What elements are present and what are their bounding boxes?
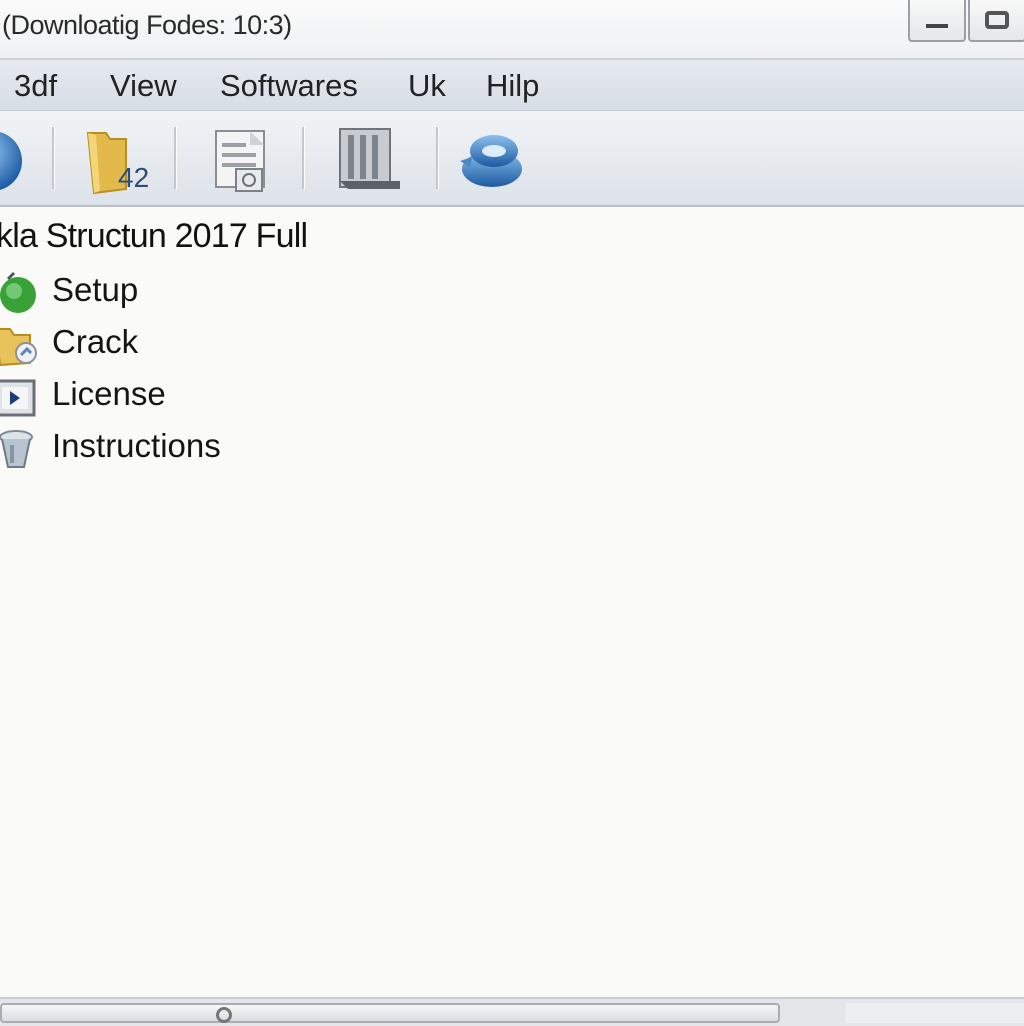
menu-item-hilp[interactable]: Hilp: [486, 68, 539, 104]
horizontal-scrollbar[interactable]: [0, 997, 1024, 1026]
minimize-icon: [926, 24, 948, 28]
window-controls: [906, 0, 1024, 42]
network-icon[interactable]: [454, 123, 526, 195]
list-item[interactable]: License: [0, 371, 400, 419]
folder-shortcut-icon: [0, 323, 38, 367]
scrollbar-track[interactable]: [846, 1003, 1024, 1023]
toolbar: 42: [0, 111, 1024, 208]
window-title: (Downloatig Fodes: 10:3): [2, 10, 292, 40]
file-name: License: [52, 375, 166, 412]
setup-icon: [0, 271, 38, 315]
grip-icon: [216, 1007, 232, 1023]
menu-bar: 3df View Softwares Uk Hilp: [0, 60, 1024, 111]
folder-badge: 42: [118, 162, 149, 193]
file-name: Instructions: [52, 427, 221, 464]
file-name: Crack: [52, 323, 139, 360]
menu-item-3df[interactable]: 3df: [14, 68, 57, 104]
scrollbar-thumb[interactable]: [0, 1003, 780, 1023]
title-bar: (Downloatig Fodes: 10:3): [0, 0, 1024, 60]
restore-icon: [985, 11, 1009, 29]
toolbar-separator: [52, 127, 54, 189]
file-list-pane: kla Structun 2017 Full Setup Crack Licen…: [0, 207, 1024, 997]
list-item[interactable]: Crack: [0, 319, 400, 367]
folder-title: kla Structun 2017 Full: [0, 217, 308, 255]
toolbar-separator: [302, 127, 304, 189]
globe-icon[interactable]: [0, 123, 28, 195]
restore-button[interactable]: [968, 0, 1024, 42]
document-icon[interactable]: [206, 123, 278, 195]
list-item[interactable]: Setup: [0, 267, 400, 315]
menu-item-softwares[interactable]: Softwares: [220, 68, 358, 104]
list-item[interactable]: Instructions: [0, 423, 400, 471]
file-name: Setup: [52, 271, 139, 308]
folder-icon[interactable]: 42: [80, 123, 152, 195]
toolbar-separator: [174, 127, 176, 189]
menu-item-view[interactable]: View: [110, 68, 177, 104]
instructions-icon: [0, 427, 38, 471]
building-icon[interactable]: [334, 123, 406, 195]
menu-item-uk[interactable]: Uk: [408, 68, 446, 104]
minimize-button[interactable]: [908, 0, 966, 42]
toolbar-separator: [436, 127, 438, 189]
license-icon: [0, 375, 38, 419]
